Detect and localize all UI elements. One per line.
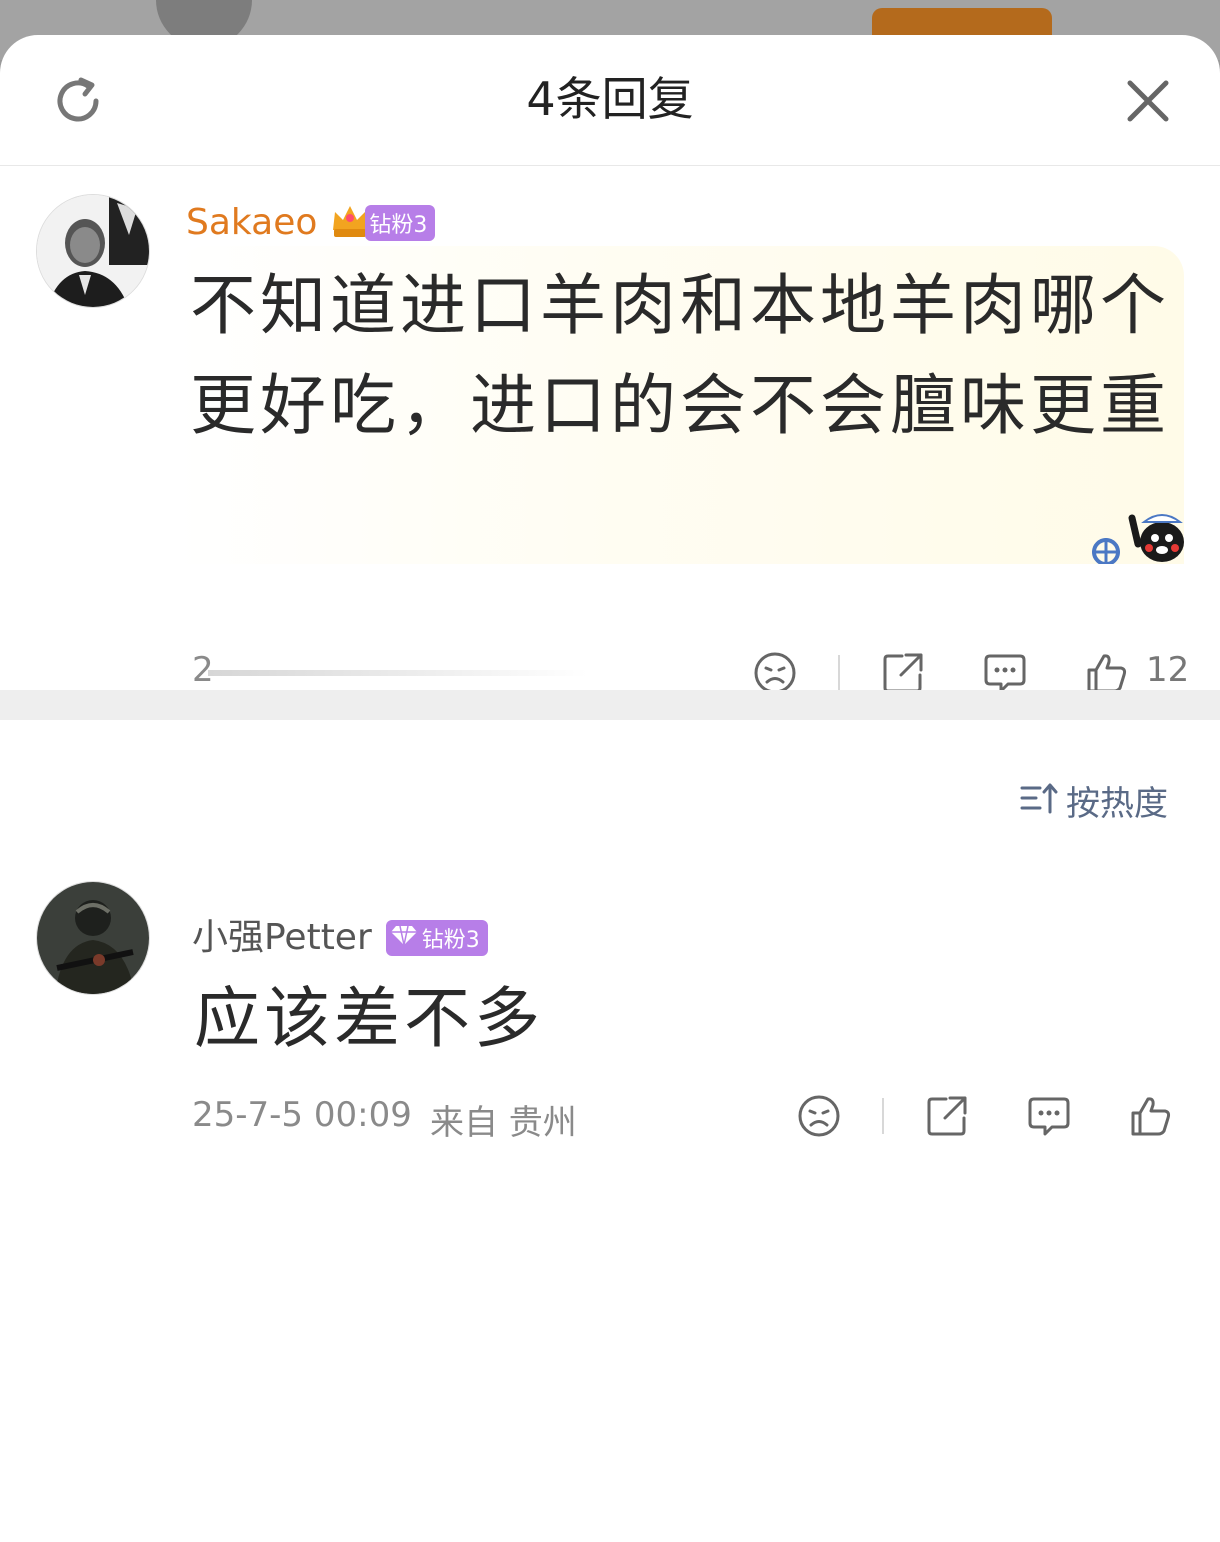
reply-sheet: 4条回复 Sakaeo 钻粉3 不知道进口羊肉和本地羊肉哪个更好吃，进口的会不会… xyxy=(0,35,1220,1542)
sort-button[interactable]: 按热度 xyxy=(1020,775,1168,825)
section-divider xyxy=(0,690,1220,720)
fan-badge: 钻粉3 xyxy=(385,920,488,956)
sheet-title: 4条回复 xyxy=(526,72,694,126)
reply-action-bar: 25-7-5 00:09 来自 贵州 xyxy=(0,1085,1220,1155)
name-row: Sakaeo 钻粉3 xyxy=(186,198,436,248)
comment-icon[interactable] xyxy=(1026,1093,1072,1139)
username[interactable]: Sakaeo xyxy=(186,198,317,248)
reply-text: 应该差不多 xyxy=(194,980,544,1057)
reply-item: 小强Petter 钻粉3 应该差不多 25-7-5 00:09 来自 贵州 xyxy=(0,875,1220,1155)
action-separator xyxy=(882,1098,884,1134)
like-count: 12 xyxy=(1146,650,1190,690)
reply-timestamp: 25-7-5 00:09 xyxy=(192,1095,412,1135)
sad-face-icon[interactable] xyxy=(796,1093,842,1139)
diamond-icon xyxy=(390,924,418,952)
thumbs-up-icon[interactable] xyxy=(1128,1093,1174,1139)
reply-location: 来自 贵州 xyxy=(430,1103,577,1143)
sort-label: 按热度 xyxy=(1066,783,1168,824)
kumamon-sticker-icon xyxy=(1086,508,1184,568)
close-icon[interactable] xyxy=(1118,71,1178,131)
sort-icon xyxy=(1020,780,1058,820)
avatar[interactable] xyxy=(36,194,150,308)
badge-label: 钻粉3 xyxy=(421,928,480,953)
meta-fade-line xyxy=(208,670,588,676)
share-icon[interactable] xyxy=(924,1093,970,1139)
root-comment: Sakaeo 钻粉3 不知道进口羊肉和本地羊肉哪个更好吃，进口的会不会膻味更重 xyxy=(0,166,1220,694)
username[interactable]: 小强Petter xyxy=(192,913,372,963)
avatar[interactable] xyxy=(36,881,150,995)
name-row: 小强Petter 钻粉3 xyxy=(192,913,488,963)
badge-label: 钻粉3 xyxy=(369,213,428,238)
comment-text: 不知道进口羊肉和本地羊肉哪个更好吃，进口的会不会膻味更重 xyxy=(190,267,1170,444)
comment-bubble: 不知道进口羊肉和本地羊肉哪个更好吃，进口的会不会膻味更重 xyxy=(176,246,1184,566)
fan-badge: 钻粉3 xyxy=(365,205,436,241)
action-separator xyxy=(838,655,840,691)
sheet-header: 4条回复 xyxy=(0,35,1220,166)
